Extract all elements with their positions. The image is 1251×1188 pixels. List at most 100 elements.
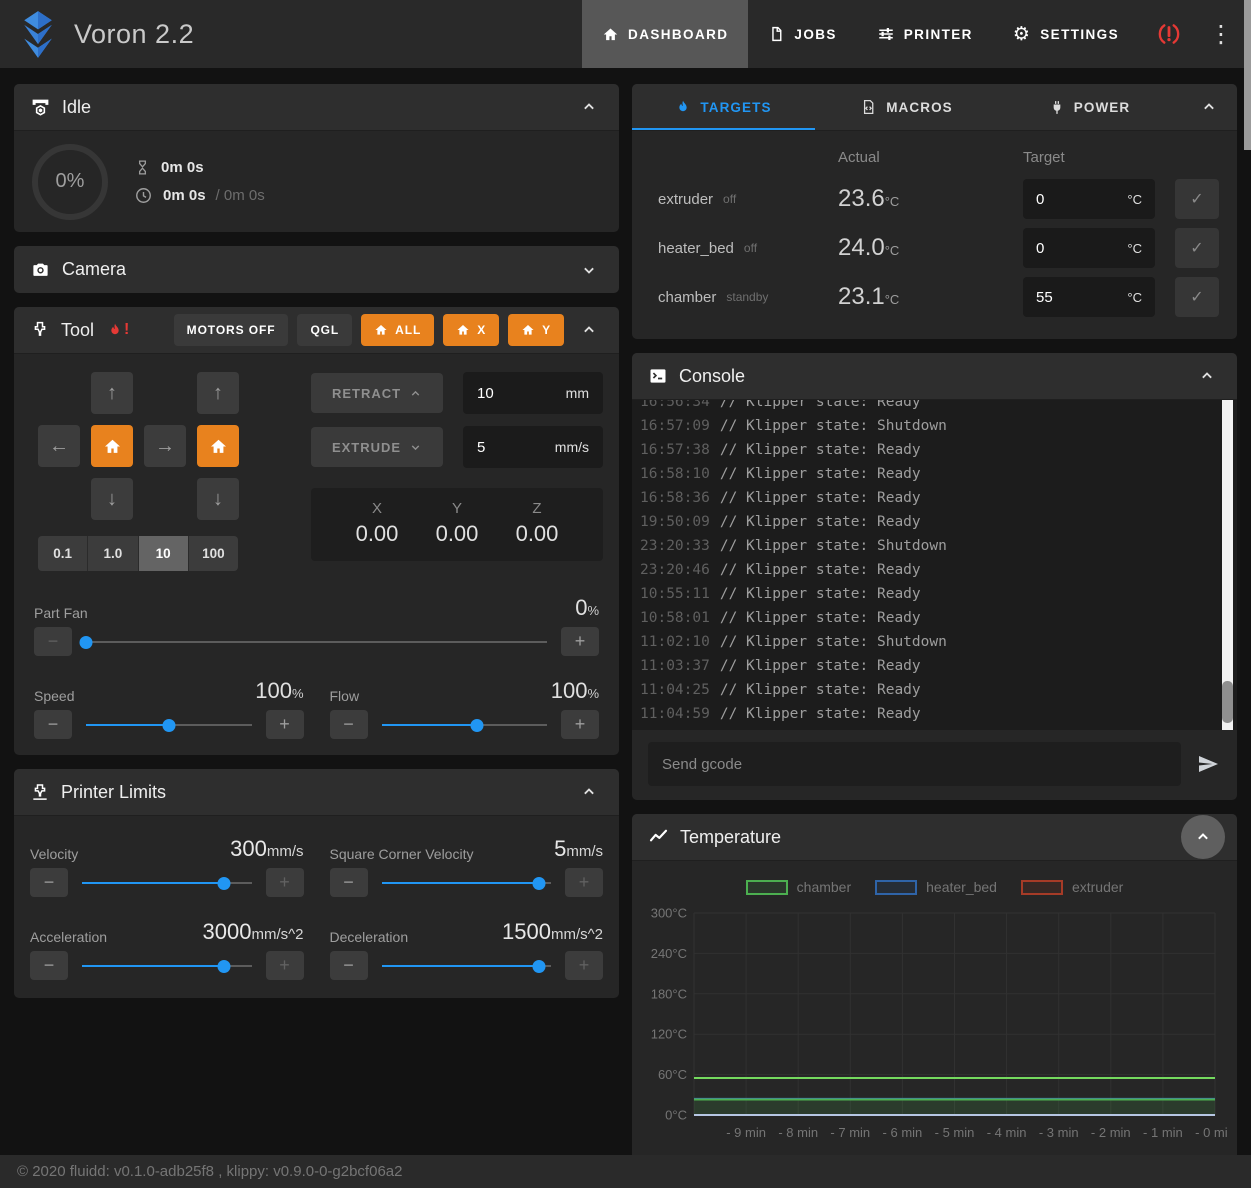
scv-increase-button[interactable]: +	[565, 868, 603, 897]
scv-decrease-button[interactable]: −	[330, 868, 368, 897]
heater-target-input[interactable]: 55°C	[1023, 277, 1155, 317]
console-line: 23:20:33// Klipper state: Shutdown	[640, 534, 1237, 558]
svg-text:- 2 min: - 2 min	[1091, 1125, 1131, 1140]
home-z-button[interactable]	[197, 425, 239, 467]
step-size-selector: 0.1 1.0 10 100	[38, 536, 238, 571]
send-gcode-button[interactable]	[1195, 752, 1221, 776]
heater-apply-button[interactable]: ✓	[1175, 179, 1219, 219]
collapse-limits-button[interactable]	[575, 778, 603, 806]
heater-apply-button[interactable]: ✓	[1175, 277, 1219, 317]
accel-increase-button[interactable]: +	[266, 951, 304, 980]
retract-button[interactable]: RETRACT	[311, 373, 443, 413]
velocity-slider[interactable]	[82, 869, 252, 897]
home-icon	[103, 437, 122, 456]
deceleration-control: Deceleration 1500mm/s^2 − +	[330, 919, 604, 980]
home-all-button[interactable]: ALL	[361, 314, 434, 346]
nav-item-label: SETTINGS	[1040, 27, 1119, 42]
tab-power[interactable]: POWER	[998, 84, 1181, 130]
expand-camera-button[interactable]	[575, 256, 603, 284]
console-line: 16:57:38// Klipper state: Ready	[640, 438, 1237, 462]
heater-name: heater_bedoff	[658, 226, 838, 270]
nav-item-printer[interactable]: PRINTER	[857, 0, 993, 68]
home-x-button[interactable]: X	[443, 314, 499, 346]
console-scrollbar[interactable]	[1222, 400, 1233, 730]
part-fan-slider[interactable]	[86, 628, 547, 656]
temperature-chart: 300°C240°C180°C120°C60°C0°C- 9 min- 8 mi…	[642, 903, 1227, 1169]
qgl-button[interactable]: QGL	[297, 314, 352, 346]
decel-slider[interactable]	[382, 952, 552, 980]
legend-label: chamber	[797, 879, 851, 895]
decel-decrease-button[interactable]: −	[330, 951, 368, 980]
console-log[interactable]: 16:56:34// Klipper state: Ready16:57:09/…	[632, 400, 1237, 726]
flow-value: 100%	[551, 678, 599, 704]
jog-x-minus-button[interactable]: ←	[38, 425, 80, 467]
flow-increase-button[interactable]: +	[561, 710, 599, 739]
heater-target-input[interactable]: 0°C	[1023, 228, 1155, 268]
page-scrollbar-thumb[interactable]	[1244, 0, 1251, 150]
collapse-targets-button[interactable]	[1181, 84, 1237, 130]
collapse-console-button[interactable]	[1193, 362, 1221, 390]
legend-item-chamber[interactable]: chamber	[746, 879, 851, 895]
speed-decrease-button[interactable]: −	[34, 710, 72, 739]
collapse-status-button[interactable]	[575, 93, 603, 121]
decel-increase-button[interactable]: +	[565, 951, 603, 980]
heater-apply-button[interactable]: ✓	[1175, 228, 1219, 268]
speed-increase-button[interactable]: +	[266, 710, 304, 739]
velocity-increase-button[interactable]: +	[266, 868, 304, 897]
velocity-decrease-button[interactable]: −	[30, 868, 68, 897]
svg-text:- 8 min: - 8 min	[778, 1125, 818, 1140]
send-icon	[1195, 752, 1221, 776]
collapse-temperature-button[interactable]	[1181, 815, 1225, 859]
step-0.1-button[interactable]: 0.1	[38, 536, 88, 571]
heater-target-input[interactable]: 0°C	[1023, 179, 1155, 219]
targets-panel: TARGETS MACROS POWER	[632, 84, 1237, 339]
flow-slider[interactable]	[382, 711, 548, 739]
scv-slider[interactable]	[382, 869, 552, 897]
jog-pad: ↑ ↑ ← → ↓	[30, 372, 239, 520]
file-icon	[768, 25, 785, 43]
gcode-input[interactable]	[648, 742, 1181, 786]
console-icon	[648, 366, 668, 386]
status-title: Idle	[62, 97, 91, 118]
heater-name: extruderoff	[658, 177, 838, 221]
nav-item-jobs[interactable]: JOBS	[748, 0, 856, 68]
printer-limits-title: Printer Limits	[61, 782, 166, 803]
motors-off-button[interactable]: MOTORS OFF	[174, 314, 289, 346]
step-10-button[interactable]: 10	[139, 536, 189, 571]
legend-item-heater_bed[interactable]: heater_bed	[875, 879, 997, 895]
legend-swatch	[746, 880, 788, 895]
collapse-tool-button[interactable]	[575, 316, 603, 344]
tab-targets[interactable]: TARGETS	[632, 84, 815, 130]
flow-decrease-button[interactable]: −	[330, 710, 368, 739]
nav-item-settings[interactable]: ⚙ SETTINGS	[993, 0, 1139, 68]
legend-label: extruder	[1072, 879, 1123, 895]
home-y-button[interactable]: Y	[508, 314, 564, 346]
emergency-stop-button[interactable]	[1139, 0, 1199, 68]
console-line: 16:56:34// Klipper state: Ready	[640, 400, 1237, 414]
console-panel: Console 16:56:34// Klipper state: Ready1…	[632, 353, 1237, 800]
svg-text:60°C: 60°C	[658, 1067, 687, 1082]
extrude-button[interactable]: EXTRUDE	[311, 427, 443, 467]
part-fan-increase-button[interactable]: +	[561, 627, 599, 656]
extrude-rate-input[interactable]: 5 mm/s	[463, 426, 603, 468]
jog-y-minus-button[interactable]: ↓	[91, 478, 133, 520]
step-1.0-button[interactable]: 1.0	[88, 536, 138, 571]
jog-x-plus-button[interactable]: →	[144, 425, 186, 467]
jog-z-plus-button[interactable]: ↑	[197, 372, 239, 414]
step-100-button[interactable]: 100	[189, 536, 238, 571]
part-fan-decrease-button[interactable]: −	[34, 627, 72, 656]
speed-slider[interactable]	[86, 711, 252, 739]
jog-y-plus-button[interactable]: ↑	[91, 372, 133, 414]
console-scrollbar-thumb[interactable]	[1222, 681, 1233, 723]
legend-item-extruder[interactable]: extruder	[1021, 879, 1123, 895]
tab-macros[interactable]: MACROS	[815, 84, 998, 130]
chart-legend: chamber heater_bed extruder	[642, 879, 1227, 895]
jog-z-minus-button[interactable]: ↓	[197, 478, 239, 520]
tune-icon	[877, 25, 895, 43]
home-xy-button[interactable]	[91, 425, 133, 467]
brand: Voron 2.2	[16, 10, 194, 58]
nav-item-dashboard[interactable]: DASHBOARD	[582, 0, 748, 68]
accel-slider[interactable]	[82, 952, 252, 980]
extrude-length-input[interactable]: 10 mm	[463, 372, 603, 414]
accel-decrease-button[interactable]: −	[30, 951, 68, 980]
